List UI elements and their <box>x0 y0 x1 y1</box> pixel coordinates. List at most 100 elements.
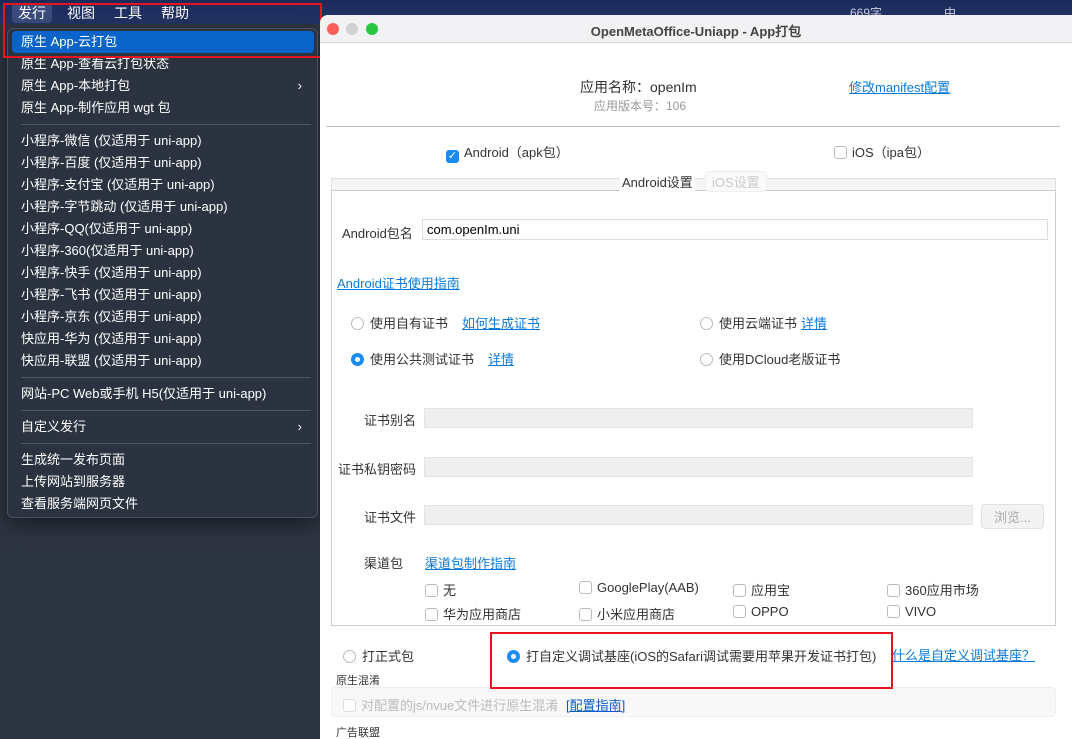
menu-item[interactable]: 查看服务端网页文件 <box>12 493 314 515</box>
menu-item-label: 快应用-华为 (仅适用于 uni-app) <box>21 331 202 346</box>
menu-item[interactable]: 小程序-支付宝 (仅适用于 uni-app) <box>12 174 314 196</box>
tab-ios[interactable]: iOS设置 <box>705 171 767 192</box>
menu-item-label: 网站-PC Web或手机 H5(仅适用于 uni-app) <box>21 386 267 401</box>
menu-item-label: 小程序-字节跳动 (仅适用于 uni-app) <box>21 199 228 214</box>
menu-item[interactable]: 小程序-快手 (仅适用于 uni-app) <box>12 262 314 284</box>
menu-item-label: 小程序-京东 (仅适用于 uni-app) <box>21 309 202 324</box>
channel-checkbox[interactable]: GooglePlay(AAB) <box>579 580 699 595</box>
checkbox-icon <box>579 581 592 594</box>
menu-separator <box>21 124 311 125</box>
cert-password-input[interactable] <box>424 457 973 477</box>
channel-checkbox[interactable]: 无 <box>425 580 456 599</box>
menu-item[interactable]: 原生 App-制作应用 wgt 包 <box>12 97 314 119</box>
debug-base-link[interactable]: 什么是自定义调试基座？ <box>892 645 1035 664</box>
menu-item[interactable]: 上传网站到服务器 <box>12 471 314 493</box>
cert-guide-link[interactable]: Android证书使用指南 <box>337 273 460 292</box>
checkbox-icon <box>733 605 746 618</box>
channel-label: 渠道包 <box>364 556 404 571</box>
channel-checkbox[interactable]: 360应用市场 <box>887 580 979 599</box>
menu-item[interactable]: 生成统一发布页面 <box>12 449 314 471</box>
menu-item[interactable]: 小程序-微信 (仅适用于 uni-app) <box>12 130 314 152</box>
chevron-right-icon: › <box>297 78 302 93</box>
window-title: OpenMetaOffice-Uniapp - App打包 <box>590 24 802 39</box>
android-checkbox[interactable]: ✓ Android（apk包） <box>446 142 569 163</box>
checkbox-icon <box>887 584 900 597</box>
publish-menu: 原生 App-云打包 原生 App-查看云打包状态 原生 App-本地打包 › 原生 A… <box>7 28 318 518</box>
menu-item[interactable]: 小程序-QQ(仅适用于 uni-app) <box>12 218 314 240</box>
generate-cert-link[interactable]: 如何生成证书 <box>462 313 540 332</box>
app-name: 应用名称：openIm <box>580 79 697 95</box>
menu-item-label: 快应用-联盟 (仅适用于 uni-app) <box>21 353 202 368</box>
tab-android[interactable]: Android设置 <box>620 172 695 191</box>
cert-file-input[interactable] <box>424 505 973 525</box>
checkbox-icon <box>425 608 438 621</box>
build-release-radio[interactable]: 打正式包 <box>343 646 414 665</box>
cert-option-dcloud[interactable]: 使用DCloud老版证书 <box>700 349 840 368</box>
channel-label: 华为应用商店 <box>443 607 522 622</box>
cert-option-cloud[interactable]: 使用云端证书 <box>700 313 797 332</box>
menu-item-label: 原生 App-本地打包 <box>21 78 131 93</box>
menu-item-label: 小程序-飞书 (仅适用于 uni-app) <box>21 287 202 302</box>
ios-checkbox[interactable]: iOS（ipa包） <box>834 142 930 161</box>
menu-item[interactable]: 快应用-华为 (仅适用于 uni-app) <box>12 328 314 350</box>
menu-item-label: 小程序-QQ(仅适用于 uni-app) <box>21 221 193 236</box>
manifest-link[interactable]: 修改manifest配置 <box>849 77 950 96</box>
obfuscation-title: 原生混淆 <box>336 675 380 687</box>
channel-label: 无 <box>443 583 457 598</box>
channel-label: VIVO <box>905 604 937 619</box>
annotation-box <box>490 632 893 689</box>
menu-item[interactable]: 小程序-字节跳动 (仅适用于 uni-app) <box>12 196 314 218</box>
checkbox-icon <box>579 608 592 621</box>
cert-option-public[interactable]: 使用公共测试证书 <box>351 349 474 368</box>
app-version: 应用版本号：106 <box>594 99 687 113</box>
cert-file-label: 证书文件 <box>364 510 417 525</box>
menu-item-label: 小程序-百度 (仅适用于 uni-app) <box>21 155 202 170</box>
menu-item[interactable]: 网站-PC Web或手机 H5(仅适用于 uni-app) <box>12 383 314 405</box>
channel-guide-link[interactable]: 渠道包制作指南 <box>425 553 516 572</box>
menu-separator <box>21 443 311 444</box>
cloud-cert-detail-link[interactable]: 详情 <box>801 313 827 332</box>
menu-item[interactable]: 自定义发行 › <box>12 416 314 438</box>
annotation-box <box>3 3 322 58</box>
menu-item-label: 自定义发行 <box>21 419 87 434</box>
channel-checkbox[interactable]: 小米应用商店 <box>579 604 675 623</box>
channel-checkbox[interactable]: OPPO <box>733 604 789 619</box>
obfuscation-guide-link[interactable]: [配置指南] <box>566 695 625 714</box>
channel-label: 小米应用商店 <box>597 607 676 622</box>
menu-item[interactable]: 小程序-飞书 (仅适用于 uni-app) <box>12 284 314 306</box>
menu-item[interactable]: 小程序-360(仅适用于 uni-app) <box>12 240 314 262</box>
cert-alias-input[interactable] <box>424 408 973 428</box>
menu-separator <box>21 377 311 378</box>
ads-title: 广告联盟 <box>336 727 380 739</box>
public-cert-detail-link[interactable]: 详情 <box>488 349 514 368</box>
checkbox-icon <box>425 584 438 597</box>
divider <box>326 126 1060 127</box>
checkbox-icon <box>733 584 746 597</box>
channel-label: 应用宝 <box>751 583 791 598</box>
menu-item[interactable]: 小程序-京东 (仅适用于 uni-app) <box>12 306 314 328</box>
app-pack-window: OpenMetaOffice-Uniapp - App打包 应用名称：openI… <box>320 15 1072 739</box>
menu-item-label: 小程序-支付宝 (仅适用于 uni-app) <box>21 177 215 192</box>
menu-item-label: 查看服务端网页文件 <box>21 496 139 511</box>
channel-label: 360应用市场 <box>905 583 979 598</box>
menu-item-label: 小程序-360(仅适用于 uni-app) <box>21 243 194 258</box>
channel-checkbox[interactable]: VIVO <box>887 604 936 619</box>
channel-label: OPPO <box>751 604 789 619</box>
cert-option-own[interactable]: 使用自有证书 <box>351 313 448 332</box>
package-input[interactable]: com.openIm.uni <box>422 219 1048 240</box>
obfuscation-checkbox[interactable]: 对配置的js/nvue文件进行原生混淆 <box>343 695 558 714</box>
menu-item[interactable]: 快应用-联盟 (仅适用于 uni-app) <box>12 350 314 372</box>
menu-item-label: 小程序-微信 (仅适用于 uni-app) <box>21 133 202 148</box>
title-bar: OpenMetaOffice-Uniapp - App打包 <box>320 15 1072 43</box>
browse-button[interactable]: 浏览... <box>981 504 1044 529</box>
menu-item[interactable]: 原生 App-本地打包 › <box>12 75 314 97</box>
cert-alias-label: 证书别名 <box>364 413 417 428</box>
channel-checkbox[interactable]: 应用宝 <box>733 580 790 599</box>
channel-checkbox[interactable]: 华为应用商店 <box>425 604 521 623</box>
check-icon: ✓ <box>446 150 459 163</box>
package-label: Android包名 <box>342 226 413 241</box>
menu-item-label: 原生 App-查看云打包状态 <box>21 56 170 71</box>
menu-item[interactable]: 小程序-百度 (仅适用于 uni-app) <box>12 152 314 174</box>
menu-item-label: 小程序-快手 (仅适用于 uni-app) <box>21 265 202 280</box>
menu-item-label: 上传网站到服务器 <box>21 474 126 489</box>
